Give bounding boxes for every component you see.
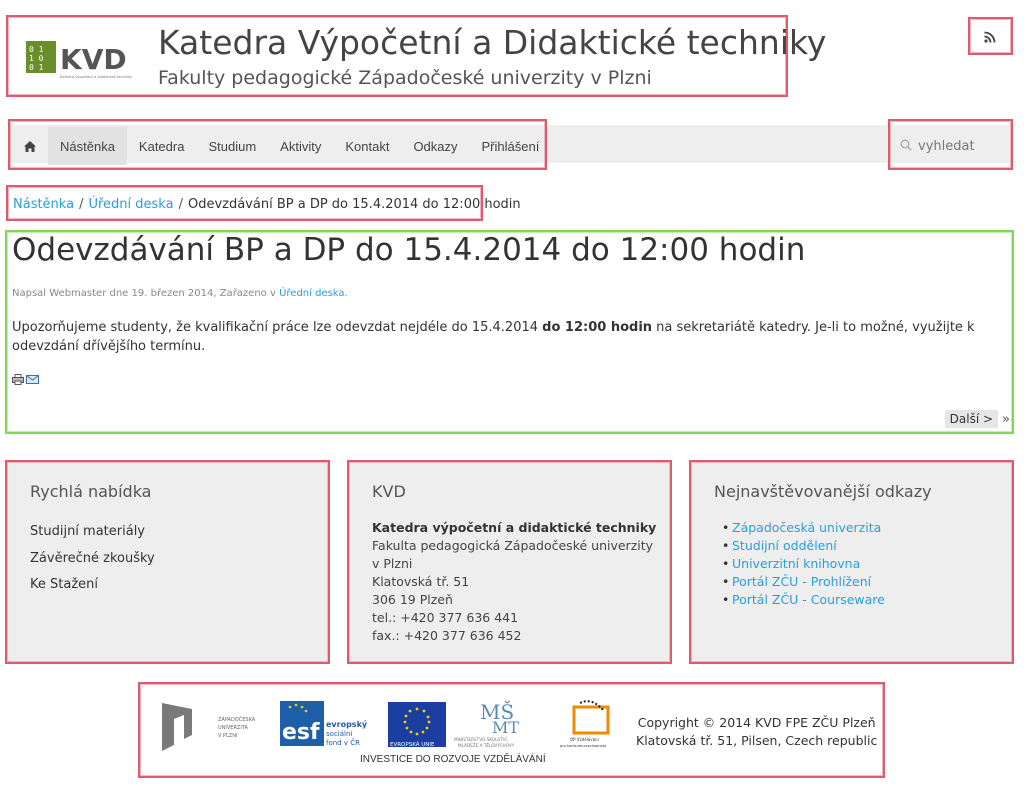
site-subtitle: Fakulty pedagogické Západočeské univerzi… (158, 67, 652, 89)
phone: tel.: +420 377 636 441 (372, 610, 519, 625)
nav-item-studium[interactable]: Studium (196, 127, 268, 165)
popular-links-panel: Nejnavštěvovanější odkazy Západočeská un… (689, 460, 1014, 664)
copyright: Copyright © 2014 KVD FPE ZČU Plzeň Klato… (636, 715, 878, 748)
kvd-panel-title: KVD (372, 482, 406, 501)
popular-links-title: Nejnavštěvovanější odkazy (714, 482, 932, 501)
nav-item-kontakt[interactable]: Kontakt (333, 127, 401, 165)
svg-text:evropský: evropský (326, 720, 368, 729)
svg-text:esf: esf (282, 720, 320, 745)
print-icon[interactable] (12, 374, 24, 385)
popular-link[interactable]: Portál ZČU - Prohlížení (732, 574, 871, 589)
popular-link[interactable]: Studijní oddělení (732, 538, 837, 553)
eu-flag-logo: EVROPSKÁ UNIE (388, 702, 446, 748)
nav-item-nastenka[interactable]: Nástěnka (48, 127, 127, 165)
svg-text:EVROPSKÁ UNIE: EVROPSKÁ UNIE (390, 741, 435, 748)
quick-menu-item[interactable]: Ke Stažení (30, 577, 155, 604)
breadcrumb-link-uredni-deska[interactable]: Úřední deska (88, 197, 173, 212)
svg-text:1 0: 1 0 (29, 54, 44, 63)
search-input[interactable] (918, 133, 1008, 159)
nav-item-katedra[interactable]: Katedra (127, 127, 197, 165)
svg-text:0 1: 0 1 (29, 45, 44, 54)
nav-item-aktivity[interactable]: Aktivity (268, 127, 333, 165)
svg-text:pro konkurenceschopnost: pro konkurenceschopnost (560, 744, 607, 748)
article-category-link[interactable]: Úřední deska. (279, 288, 348, 299)
home-icon (24, 140, 36, 152)
popular-link[interactable]: Západočeská univerzita (732, 520, 881, 535)
quick-menu-item[interactable]: Studijní materiály (30, 524, 155, 551)
article-meta-text: Napsal Webmaster dne 19. březen 2014, Za… (12, 288, 276, 299)
email-icon[interactable] (26, 374, 39, 385)
svg-text:MINISTERSTVO ŠKOLSTVÍ,: MINISTERSTVO ŠKOLSTVÍ, (454, 737, 508, 742)
site-header: 0 1 1 0 0 1 KVD Katedra výpočetní a dida… (6, 15, 826, 97)
rss-button[interactable] (968, 17, 1013, 55)
svg-text:ZÁPADOČESKÁ: ZÁPADOČESKÁ (218, 716, 256, 723)
search-box (888, 119, 1013, 170)
article-body-bold: do 12:00 hodin (542, 320, 653, 335)
quick-menu-panel: Rychlá nabídka Studijní materiály Závěre… (5, 460, 330, 664)
svg-text:UNIVERZITA: UNIVERZITA (218, 725, 248, 731)
msmt-logo: MŠ MT MINISTERSTVO ŠKOLSTVÍ, MLÁDEŽE A T… (454, 699, 519, 748)
main-nav: Nástěnka Katedra Studium Aktivity Kontak… (8, 119, 547, 170)
popular-link[interactable]: Portál ZČU - Courseware (732, 592, 885, 607)
contact-address: Katedra výpočetní a didaktické techniky … (372, 520, 657, 643)
nav-item-odkazy[interactable]: Odkazy (401, 127, 469, 165)
next-button[interactable]: Další > (944, 410, 999, 428)
footer-logos: ZÁPADOČESKÁ UNIVERZITA V PLZNI esf evrop… (138, 682, 885, 778)
svg-text:sociální: sociální (326, 730, 353, 738)
svg-text:fond v ČR: fond v ČR (326, 738, 360, 747)
kvd-logo[interactable]: 0 1 1 0 0 1 KVD Katedra výpočetní a dida… (26, 39, 142, 79)
fax: fax.: +420 377 636 452 (372, 628, 522, 643)
breadcrumb-link-nastenka[interactable]: Nástěnka (13, 197, 74, 212)
esf-logo: esf evropský sociální fond v ČR (280, 701, 368, 747)
site-title: Katedra Výpočetní a Didaktické techniky (158, 23, 827, 62)
svg-text:KVD: KVD (60, 43, 127, 76)
svg-text:MLÁDEŽE A TĚLOVÝCHOVY: MLÁDEŽE A TĚLOVÝCHOVY (458, 743, 515, 748)
breadcrumb-current: Odevzdávání BP a DP do 15.4.2014 do 12:0… (187, 197, 521, 212)
next-arrow-icon[interactable]: » (1002, 412, 1010, 427)
op-vk-logo: OP Vzdělávání pro konkurenceschopnost (560, 700, 610, 748)
investice-text: INVESTICE DO ROZVOJE VZDĚLÁVÁNÍ (360, 754, 546, 765)
svg-text:0 1: 0 1 (29, 63, 44, 72)
rss-icon (984, 31, 996, 43)
nav-item-prihlaseni[interactable]: Přihlášení (470, 127, 552, 165)
nav-home[interactable] (14, 127, 48, 165)
popular-link[interactable]: Univerzitní knihovna (732, 556, 860, 571)
svg-text:V PLZNI: V PLZNI (218, 733, 237, 739)
zcu-logo: ZÁPADOČESKÁ UNIVERZITA V PLZNI (162, 703, 256, 751)
quick-menu-item[interactable]: Závěrečné zkoušky (30, 551, 155, 578)
pagination-next: Další > » (944, 410, 1010, 428)
department-name: Katedra výpočetní a didaktické techniky (372, 520, 657, 535)
article-tools (12, 374, 39, 385)
article-title: Odevzdávání BP a DP do 15.4.2014 do 12:0… (12, 232, 806, 268)
svg-text:Katedra výpočetní a didaktické: Katedra výpočetní a didaktické techniky (60, 75, 133, 79)
svg-text:MT: MT (492, 718, 519, 737)
quick-menu-title: Rychlá nabídka (30, 482, 152, 501)
search-icon (900, 139, 912, 151)
article: Odevzdávání BP a DP do 15.4.2014 do 12:0… (5, 230, 1014, 434)
svg-text:OP Vzdělávání: OP Vzdělávání (570, 737, 600, 742)
partner-logos: ZÁPADOČESKÁ UNIVERZITA V PLZNI esf evrop… (162, 699, 610, 751)
article-meta: Napsal Webmaster dne 19. březen 2014, Za… (12, 288, 348, 299)
kvd-contact-panel: KVD Katedra výpočetní a didaktické techn… (347, 460, 672, 664)
breadcrumb: Nástěnka / Úřední deska / Odevzdávání BP a D… (6, 185, 521, 221)
article-body: Upozorňujeme studenty, že kvalifikační p… (12, 320, 975, 354)
